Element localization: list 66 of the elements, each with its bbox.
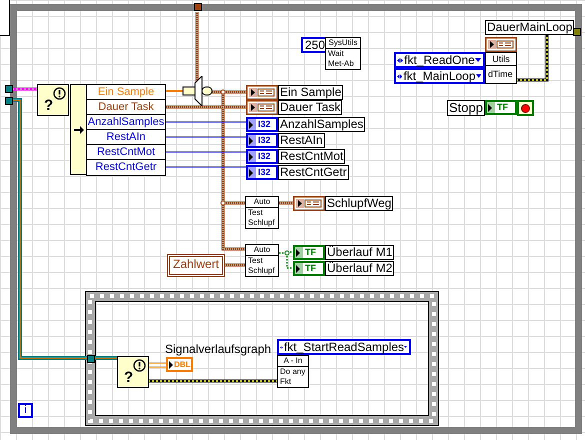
numeric-terminal: I32: [246, 165, 278, 180]
terminal-label: Stopp: [447, 100, 485, 116]
unbundle-element[interactable]: RestCntGetr: [87, 160, 165, 175]
subvi-text: SysUtils: [326, 38, 360, 49]
boolean-terminal: TF: [293, 261, 325, 276]
increment-arrows-icon: [397, 72, 402, 80]
terminal-label: RestAIn: [278, 133, 325, 148]
warning-icon: [133, 359, 146, 372]
string-constant: Zahlwert: [167, 254, 226, 277]
subvi-node[interactable]: Auto Test Schlupf: [245, 196, 279, 229]
arrow-icon: [168, 360, 174, 368]
warning-icon: [53, 87, 66, 100]
subvi-node[interactable]: A - In Do any Fkt: [277, 355, 309, 388]
terminal-label: AnzahlSamples: [278, 117, 366, 132]
dropdown-arrow-icon: [474, 57, 481, 63]
unbundle-element[interactable]: Dauer Task: [87, 100, 165, 115]
loop-tunnel: [194, 3, 202, 11]
subvi-text: Met-Ab: [327, 59, 355, 69]
boolean-terminal: TF: [293, 245, 325, 260]
subvi-text: Test: [247, 256, 264, 266]
numeric-terminal: I32: [246, 133, 278, 148]
select-node-icon[interactable]: [182, 76, 214, 106]
subvi-text: Fkt: [279, 377, 292, 387]
terminal-label: RestCntGetr: [278, 165, 349, 180]
loop-iteration-terminal: i: [18, 403, 33, 418]
increment-arrows-icon: [280, 344, 283, 350]
unbundle-element[interactable]: RestCntMot: [87, 145, 165, 160]
subvi-text: A - In: [278, 356, 308, 367]
subvi-text: Test: [247, 208, 264, 218]
terminal-label: RestCntMot: [278, 149, 346, 164]
graph-label: Signalverlaufsgraph: [165, 342, 272, 356]
error-case-node[interactable]: ?: [117, 356, 149, 388]
subvi-text: Do any: [279, 367, 306, 377]
subvi-node[interactable]: SysUtils Wait Met-Ab: [325, 37, 361, 70]
subvi-text: dTime: [487, 68, 514, 81]
boolean-terminal: TF: [485, 100, 517, 115]
enum-constant[interactable]: fkt_MainLoop: [394, 68, 485, 84]
subvi-text: Utils: [486, 53, 516, 66]
enum-constant[interactable]: fkt_ReadOne: [394, 52, 485, 68]
dropdown-arrow-icon: [476, 73, 481, 79]
numeric-terminal: I32: [246, 117, 278, 132]
subvi-text: Schlupf: [247, 266, 276, 276]
increment-arrows-icon: [397, 56, 404, 64]
timestamp-terminal-icon: [246, 100, 278, 115]
arrow-icon: [74, 126, 84, 134]
arrow-icon: [487, 104, 493, 112]
subvi-text: Schlupf: [247, 218, 276, 228]
sequence-tunnel: [87, 355, 95, 363]
unbundle-element[interactable]: RestAIn: [87, 130, 165, 145]
terminal-label: Überlauf M2: [325, 261, 394, 276]
error-case-node[interactable]: ?: [37, 84, 69, 116]
numeric-terminal: I32: [246, 149, 278, 164]
unbundle-element[interactable]: AnzahlSamples: [87, 115, 165, 130]
enum-constant[interactable]: fkt_StartReadSamples: [277, 339, 411, 355]
stop-button-icon[interactable]: [517, 100, 534, 116]
unbundle-node[interactable]: [70, 84, 87, 175]
subvi-node[interactable]: Auto Test Schlupf: [245, 244, 279, 277]
timestamp-terminal-icon: [246, 85, 278, 100]
terminal-label: DauerMainLoop: [485, 20, 574, 35]
timestamp-terminal-icon: [293, 196, 325, 211]
subvi-text: Auto: [246, 245, 278, 256]
subvi-text: Wait: [327, 49, 345, 59]
subvi-text: Auto: [246, 197, 278, 208]
terminal-label: Überlauf M1: [325, 245, 394, 260]
array-terminal: DBL: [166, 357, 193, 372]
timestamp-terminal-icon: [485, 37, 517, 52]
